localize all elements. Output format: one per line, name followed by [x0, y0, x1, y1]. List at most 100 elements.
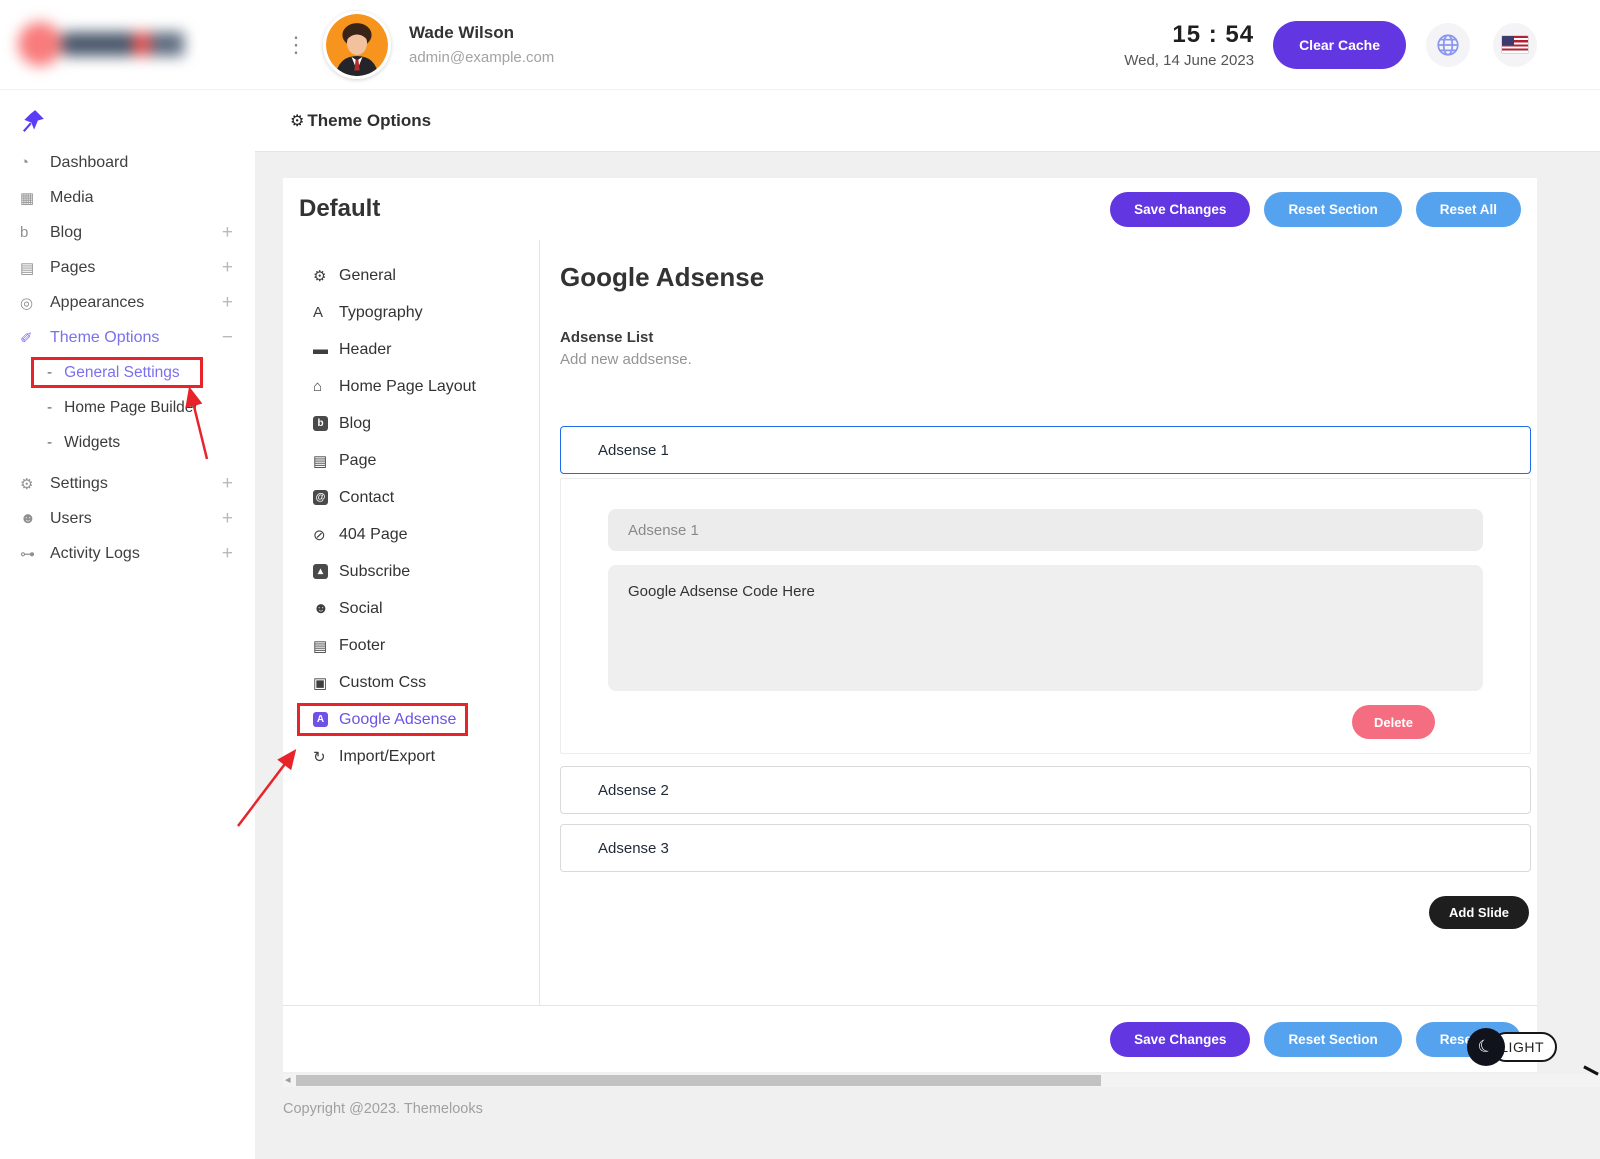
- adsense-code-textarea[interactable]: Google Adsense Code Here: [608, 565, 1483, 691]
- social-icon: ☻: [313, 600, 339, 617]
- sidebar-item-dashboard[interactable]: ◔Dashboard: [0, 145, 255, 180]
- save-changes-button-bottom[interactable]: Save Changes: [1110, 1022, 1250, 1057]
- logo-blurred-image: [10, 14, 195, 76]
- avatar[interactable]: [323, 11, 391, 79]
- moon-icon: ☾: [1475, 1035, 1496, 1059]
- theme-toggle[interactable]: LIGHT ☾: [1467, 1028, 1505, 1066]
- main-area: ⚙ Theme Options Default Save Changes Res…: [255, 90, 1600, 1159]
- delete-button[interactable]: Delete: [1352, 705, 1435, 739]
- media-icon: ▦: [20, 189, 50, 207]
- clear-cache-button[interactable]: Clear Cache: [1273, 21, 1406, 69]
- options-nav-item-footer[interactable]: ▤Footer: [313, 627, 539, 664]
- options-nav: ⚙GeneralATypography▬Header⌂Home Page Lay…: [283, 240, 540, 1005]
- sidebar-item-label: Users: [50, 510, 92, 528]
- section-title: Google Adsense: [560, 262, 1531, 293]
- options-nav-item-label: General: [339, 267, 396, 285]
- add-slide-button[interactable]: Add Slide: [1429, 896, 1529, 929]
- sidebar-menu: ◔Dashboard▦MediabBlog+▤Pages+◎Appearance…: [0, 145, 255, 571]
- plus-icon[interactable]: +: [222, 222, 233, 244]
- plus-icon[interactable]: +: [222, 292, 233, 314]
- settings-icon: ⚙: [20, 475, 50, 493]
- scrollbar-thumb[interactable]: [296, 1075, 1101, 1086]
- options-nav-item-typography[interactable]: ATypography: [313, 294, 539, 331]
- accordion-header-adsense-2[interactable]: Adsense 2: [560, 766, 1531, 814]
- theme-toggle-knob[interactable]: ☾: [1467, 1028, 1505, 1066]
- sidebar-item-blog[interactable]: bBlog+: [0, 215, 255, 250]
- sidebar-item-label: Appearances: [50, 294, 144, 312]
- options-nav-item-label: Contact: [339, 489, 394, 507]
- horizontal-scrollbar[interactable]: ◂: [283, 1074, 1600, 1087]
- options-nav-item-custom-css[interactable]: ▣Custom Css: [313, 664, 539, 701]
- accordion-header-adsense-3[interactable]: Adsense 3: [560, 824, 1531, 872]
- user-name: Wade Wilson: [409, 23, 554, 43]
- options-nav-item-404-page[interactable]: ⊘404 Page: [313, 516, 539, 553]
- typography-icon: A: [313, 304, 339, 321]
- sidebar-item-label: Theme Options: [50, 329, 159, 347]
- options-nav-item-social[interactable]: ☻Social: [313, 590, 539, 627]
- users-icon: ☻: [20, 510, 50, 527]
- options-nav-item-label: Footer: [339, 637, 385, 655]
- options-nav-item-header[interactable]: ▬Header: [313, 331, 539, 368]
- sidebar-item-label: Activity Logs: [50, 545, 140, 563]
- dashboard-icon: ◔: [20, 154, 50, 171]
- sidebar-item-activity-logs[interactable]: ⊶Activity Logs +: [0, 536, 255, 571]
- adsense-name-input[interactable]: [608, 509, 1483, 551]
- reset-section-button-bottom[interactable]: Reset Section: [1264, 1022, 1401, 1057]
- options-nav-item-label: Google Adsense: [339, 711, 456, 729]
- footer-icon: ▤: [313, 637, 339, 655]
- breadcrumb: ⚙ Theme Options: [255, 90, 1600, 152]
- sidebar-item-users[interactable]: ☻Users +: [0, 501, 255, 536]
- minus-icon[interactable]: −: [222, 327, 233, 349]
- plus-icon[interactable]: +: [222, 257, 233, 279]
- contact-icon: @: [313, 490, 339, 505]
- options-nav-list: ⚙GeneralATypography▬Header⌂Home Page Lay…: [283, 240, 539, 775]
- dash-icon: -: [47, 434, 52, 452]
- plus-icon[interactable]: +: [222, 473, 233, 495]
- sidebar-item-theme-options[interactable]: ✐Theme Options−: [0, 320, 255, 355]
- clock-time: 15 : 54: [1124, 21, 1254, 49]
- options-nav-item-label: Import/Export: [339, 748, 435, 766]
- options-nav-item-label: Typography: [339, 304, 423, 322]
- options-nav-item-label: Social: [339, 600, 383, 618]
- activity-logs-icon: ⊶: [20, 545, 50, 563]
- sidebar-item-settings[interactable]: ⚙Settings +: [0, 466, 255, 501]
- options-nav-item-general[interactable]: ⚙General: [313, 257, 539, 294]
- sidebar-item-label: Media: [50, 189, 94, 207]
- options-nav-item-contact[interactable]: @Contact: [313, 479, 539, 516]
- sidebar-subitem-label: General Settings: [64, 364, 179, 382]
- reset-section-button-top[interactable]: Reset Section: [1264, 192, 1401, 227]
- pushpin-icon[interactable]: [20, 108, 46, 134]
- subscribe-icon: ▴: [313, 564, 339, 579]
- sidebar-item-home-page-builder[interactable]: -Home Page Builder: [0, 390, 255, 425]
- scroll-left-arrow-icon[interactable]: ◂: [285, 1074, 291, 1087]
- options-nav-item-label: Page: [339, 452, 376, 470]
- header-icon: ▬: [313, 341, 339, 358]
- sidebar-item-media[interactable]: ▦Media: [0, 180, 255, 215]
- content-panel: Google Adsense Adsense List Add new adds…: [540, 240, 1537, 1005]
- options-nav-item-subscribe[interactable]: ▴Subscribe: [313, 553, 539, 590]
- sidebar-item-appearances[interactable]: ◎Appearances+: [0, 285, 255, 320]
- gear-icon: ⚙: [290, 111, 304, 131]
- plus-icon[interactable]: +: [222, 543, 233, 565]
- options-nav-item-page[interactable]: ▤Page: [313, 442, 539, 479]
- sidebar-item-general-settings[interactable]: -General Settings: [0, 355, 255, 390]
- sidebar-item-pages[interactable]: ▤Pages+: [0, 250, 255, 285]
- app-logo[interactable]: [0, 0, 255, 90]
- kebab-menu-icon[interactable]: ⋮: [285, 34, 307, 56]
- accordion-header-adsense-1[interactable]: Adsense 1: [560, 426, 1531, 474]
- options-nav-item-google-adsense[interactable]: AGoogle Adsense: [313, 701, 539, 738]
- plus-icon[interactable]: +: [222, 508, 233, 530]
- locale-flag-button[interactable]: [1493, 23, 1537, 67]
- options-nav-item-home-page-layout[interactable]: ⌂Home Page Layout: [313, 368, 539, 405]
- sidebar-item-widgets[interactable]: -Widgets: [0, 425, 255, 460]
- language-globe-button[interactable]: [1426, 23, 1470, 67]
- sidebar-item-label: Settings: [50, 475, 108, 493]
- save-changes-button-top[interactable]: Save Changes: [1110, 192, 1250, 227]
- options-nav-item-import-export[interactable]: ↻Import/Export: [313, 738, 539, 775]
- preset-title: Default: [299, 195, 380, 223]
- import-export-icon: ↻: [313, 748, 339, 766]
- options-nav-item-blog[interactable]: bBlog: [313, 405, 539, 442]
- reset-all-button-top[interactable]: Reset All: [1416, 192, 1521, 227]
- avatar-illustration: [326, 14, 388, 76]
- options-nav-item-label: Home Page Layout: [339, 378, 476, 396]
